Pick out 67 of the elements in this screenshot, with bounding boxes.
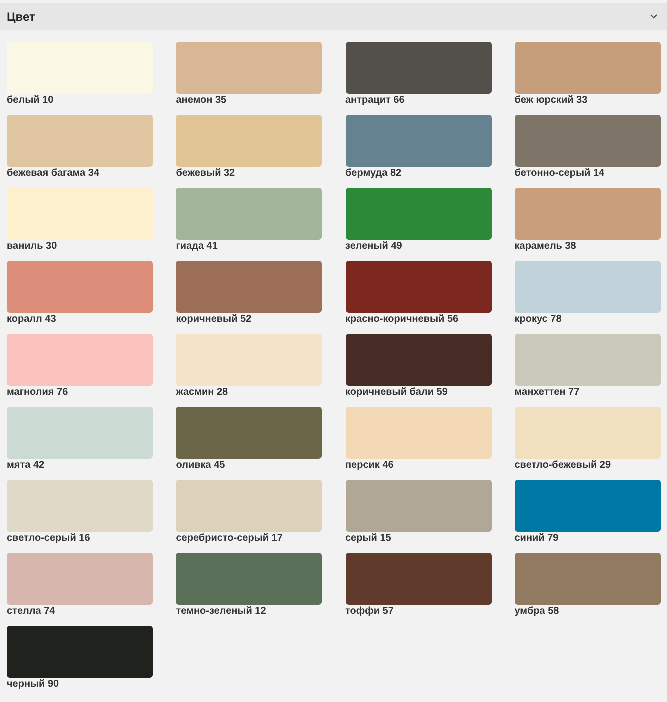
color-swatch[interactable]	[514, 407, 661, 459]
color-label: магнолия 76	[7, 386, 70, 400]
color-swatch[interactable]	[7, 480, 153, 532]
color-swatch[interactable]	[514, 261, 661, 313]
color-label: жасмин 28	[176, 386, 230, 400]
color-label: крокус 78	[514, 313, 563, 327]
color-swatch[interactable]	[346, 42, 492, 94]
color-swatch[interactable]	[346, 334, 492, 386]
color-label: коричневый 52	[176, 313, 253, 327]
color-label: светло-серый 16	[7, 532, 92, 546]
color-swatch[interactable]	[514, 188, 661, 240]
color-swatch[interactable]	[176, 334, 322, 386]
color-label: мята 42	[7, 459, 46, 473]
color-label: синий 79	[514, 532, 560, 546]
color-label: персик 46	[346, 459, 395, 473]
color-label: бермуда 82	[346, 167, 403, 181]
color-label: черный 90	[7, 678, 60, 692]
color-label: ваниль 30	[7, 240, 58, 254]
color-label: стелла 74	[7, 605, 56, 619]
color-label: гиада 41	[176, 240, 219, 254]
color-label: манхеттен 77	[514, 386, 581, 400]
color-label: белый 10	[7, 94, 55, 108]
color-label: светло-бежевый 29	[514, 459, 612, 473]
color-swatch[interactable]	[346, 553, 492, 605]
color-label: тоффи 57	[346, 605, 395, 619]
color-swatch[interactable]	[176, 261, 322, 313]
color-swatch[interactable]	[514, 480, 661, 532]
color-swatch[interactable]	[7, 407, 153, 459]
color-swatch[interactable]	[346, 115, 492, 167]
color-swatch[interactable]	[176, 553, 322, 605]
color-label: серый 15	[346, 532, 392, 546]
color-label: серебристо-серый 17	[176, 532, 284, 546]
chevron-icon[interactable]	[650, 14, 658, 19]
color-swatch[interactable]	[7, 334, 153, 386]
color-label: беж юрский 33	[514, 94, 589, 108]
color-swatch[interactable]	[176, 115, 322, 167]
color-swatch[interactable]	[346, 407, 492, 459]
color-label: бежевый 32	[176, 167, 236, 181]
color-label: коричневый бали 59	[346, 386, 449, 400]
color-swatch[interactable]	[346, 261, 492, 313]
color-swatch[interactable]	[514, 42, 661, 94]
color-label: антрацит 66	[346, 94, 406, 108]
color-swatch[interactable]	[176, 42, 322, 94]
color-label: зеленый 49	[346, 240, 404, 254]
color-label: умбра 58	[514, 605, 560, 619]
color-label: карамель 38	[514, 240, 578, 254]
color-swatch[interactable]	[346, 188, 492, 240]
color-swatch[interactable]	[514, 115, 661, 167]
color-label: анемон 35	[176, 94, 228, 108]
color-label: оливка 45	[176, 459, 226, 473]
color-label: бежевая багама 34	[7, 167, 101, 181]
color-swatch[interactable]	[346, 480, 492, 532]
color-swatch[interactable]	[7, 626, 153, 678]
color-label: бетонно-серый 14	[514, 167, 606, 181]
color-swatch[interactable]	[7, 261, 153, 313]
color-label: коралл 43	[7, 313, 58, 327]
color-swatch[interactable]	[176, 480, 322, 532]
color-swatch[interactable]	[7, 115, 153, 167]
color-swatch[interactable]	[7, 553, 153, 605]
color-swatch[interactable]	[176, 407, 322, 459]
section-title: Цвет	[7, 8, 36, 26]
color-swatch[interactable]	[514, 553, 661, 605]
color-swatch[interactable]	[7, 188, 153, 240]
color-swatch[interactable]	[514, 334, 661, 386]
color-swatch[interactable]	[176, 188, 322, 240]
color-label: красно-коричневый 56	[346, 313, 460, 327]
color-label: темно-зеленый 12	[176, 605, 268, 619]
